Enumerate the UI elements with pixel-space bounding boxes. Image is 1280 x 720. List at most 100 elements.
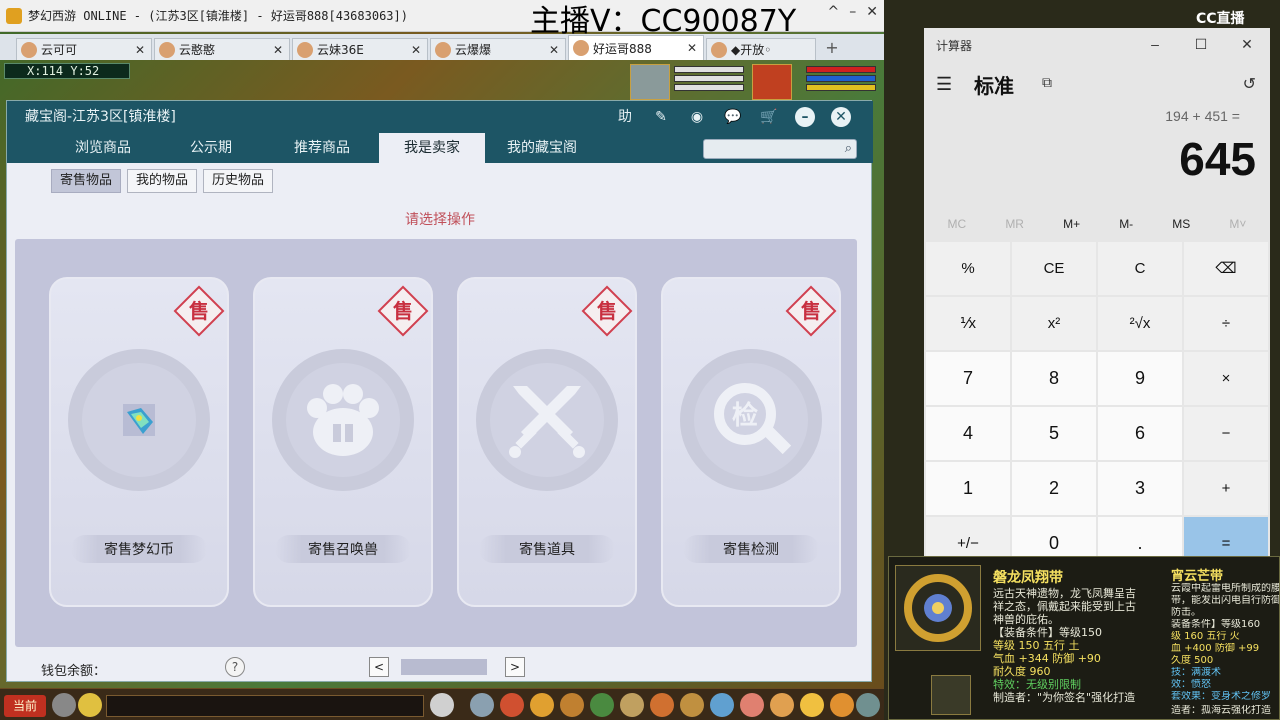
close-icon[interactable]: ✕ (866, 4, 878, 20)
memory-list-button[interactable]: M˅ (1229, 210, 1246, 238)
pavilion-header: 藏宝阁-江苏3区[镇淮楼] 助 ✎ ◉ 💬 🛒 – ✕ (7, 101, 873, 133)
microphone-icon[interactable] (52, 693, 76, 717)
tab-close-icon[interactable]: ✕ (411, 43, 421, 57)
digit-7-button[interactable]: 7 (926, 352, 1010, 405)
attack-icon[interactable] (470, 693, 494, 717)
search-icon[interactable]: ⌕ (845, 141, 852, 156)
consign-inspect-card[interactable]: 售 检 寄售检测 (661, 277, 841, 607)
item-icon[interactable] (500, 693, 524, 717)
player-portrait[interactable] (752, 64, 792, 100)
memory-add-button[interactable]: M+ (1063, 210, 1080, 238)
chat-input[interactable] (106, 695, 424, 717)
ranking-icon[interactable] (800, 693, 824, 717)
multiply-button[interactable]: × (1184, 352, 1268, 405)
system-icon[interactable] (830, 693, 854, 717)
trade-icon[interactable] (560, 693, 584, 717)
channel-current-button[interactable]: 当前 (4, 695, 46, 717)
digit-8-button[interactable]: 8 (1012, 352, 1096, 405)
consign-pet-card[interactable]: 售 寄售召唤兽 (253, 277, 433, 607)
chat-icon[interactable]: 💬 (723, 107, 743, 127)
pet-status-bars (674, 64, 744, 100)
edit-icon[interactable]: ✎ (651, 107, 671, 127)
digit-5-button[interactable]: 5 (1012, 407, 1096, 460)
sub-tab-consign[interactable]: 寄售物品 (51, 169, 122, 193)
search-input[interactable]: ⌕ (703, 139, 857, 159)
digit-3-button[interactable]: 3 (1098, 462, 1182, 515)
memory-recall-button[interactable]: MR (1005, 210, 1024, 238)
tab-recommended[interactable]: 推荐商品 (267, 133, 377, 163)
tab-close-icon[interactable]: ✕ (273, 43, 283, 57)
digit-6-button[interactable]: 6 (1098, 407, 1182, 460)
give-icon[interactable] (530, 693, 554, 717)
restore-icon[interactable]: ^ (828, 4, 840, 20)
close-icon[interactable]: ✕ (831, 107, 851, 127)
activity-icon[interactable] (770, 693, 794, 717)
close-icon[interactable]: ✕ (1224, 28, 1270, 60)
divide-button[interactable]: ÷ (1184, 297, 1268, 350)
prev-page-button[interactable]: < (369, 657, 389, 677)
sub-tab-my-items[interactable]: 我的物品 (127, 169, 198, 193)
character-tab[interactable]: ◆开放◦ (706, 38, 816, 60)
clear-button[interactable]: C (1098, 242, 1182, 295)
character-tab[interactable]: 云爆爆 ✕ (430, 38, 566, 60)
reciprocal-button[interactable]: ⅟x (926, 297, 1010, 350)
consign-item-card[interactable]: 售 寄售道具 (457, 277, 637, 607)
quest-icon[interactable] (650, 693, 674, 717)
digit-4-button[interactable]: 4 (926, 407, 1010, 460)
item-maker: 制造者："为你签名"强化打造 (993, 691, 1136, 704)
tab-my-pavilion[interactable]: 我的藏宝阁 (487, 133, 597, 163)
maximize-icon[interactable]: ☐ (1178, 28, 1224, 60)
minimize-icon[interactable]: – (795, 107, 815, 127)
tab-close-icon[interactable]: ✕ (549, 43, 559, 57)
next-page-button[interactable]: > (505, 657, 525, 677)
scrollbar-thumb[interactable] (401, 659, 487, 675)
memory-store-button[interactable]: MS (1172, 210, 1190, 238)
square-button[interactable]: x² (1012, 297, 1096, 350)
cart-icon[interactable]: 🛒 (759, 107, 779, 127)
help-button[interactable]: ? (225, 657, 245, 677)
character-tab-label: 好运哥888 (593, 41, 652, 56)
sqrt-button[interactable]: ²√x (1098, 297, 1182, 350)
consign-currency-card[interactable]: 售 寄售梦幻币 (49, 277, 229, 607)
emoji-icon[interactable] (78, 693, 102, 717)
character-tab[interactable]: 云憨憨 ✕ (154, 38, 290, 60)
guild-icon[interactable] (680, 693, 704, 717)
history-icon[interactable]: ↺ (1243, 74, 1256, 94)
backspace-button[interactable]: ⌫ (1184, 242, 1268, 295)
minimize-icon[interactable]: – (849, 4, 856, 20)
monitor-icon[interactable] (856, 693, 880, 717)
record-icon[interactable]: ◉ (687, 107, 707, 127)
minimize-icon[interactable]: – (1132, 28, 1178, 60)
clear-entry-button[interactable]: CE (1012, 242, 1096, 295)
item-desc-line: 远古天神遗物，龙飞凤舞呈吉 (993, 587, 1136, 600)
keep-on-top-icon[interactable]: ⧉ (1042, 74, 1052, 91)
pet-icon[interactable] (620, 693, 644, 717)
character-tab[interactable]: 云可可 ✕ (16, 38, 152, 60)
friends-icon[interactable] (710, 693, 734, 717)
percent-button[interactable]: % (926, 242, 1010, 295)
tab-close-icon[interactable]: ✕ (135, 43, 145, 57)
hamburger-menu-icon[interactable]: ☰ (936, 74, 952, 95)
team-icon[interactable] (590, 693, 614, 717)
tab-browse[interactable]: 浏览商品 (49, 133, 157, 163)
memory-clear-button[interactable]: MC (948, 210, 967, 238)
character-tab[interactable]: 云妹36E ✕ (292, 38, 428, 60)
character-tab-active[interactable]: 好运哥888 ✕ (568, 35, 704, 60)
game-app-icon (6, 7, 22, 24)
avatar (711, 41, 727, 58)
digit-2-button[interactable]: 2 (1012, 462, 1096, 515)
tab-close-icon[interactable]: ✕ (687, 41, 697, 55)
pet-quick-icon[interactable] (430, 693, 454, 717)
help-icon[interactable]: 助 (615, 107, 635, 127)
sub-tab-history[interactable]: 历史物品 (203, 169, 274, 193)
mall-icon[interactable] (740, 693, 764, 717)
digit-9-button[interactable]: 9 (1098, 352, 1182, 405)
digit-1-button[interactable]: 1 (926, 462, 1010, 515)
add-button[interactable]: + (1184, 462, 1268, 515)
tab-public[interactable]: 公示期 (157, 133, 265, 163)
tab-seller[interactable]: 我是卖家 (379, 133, 485, 163)
pet-portrait[interactable] (630, 64, 670, 100)
add-tab-button[interactable]: + (822, 38, 842, 58)
memory-subtract-button[interactable]: M- (1119, 210, 1133, 238)
subtract-button[interactable]: − (1184, 407, 1268, 460)
